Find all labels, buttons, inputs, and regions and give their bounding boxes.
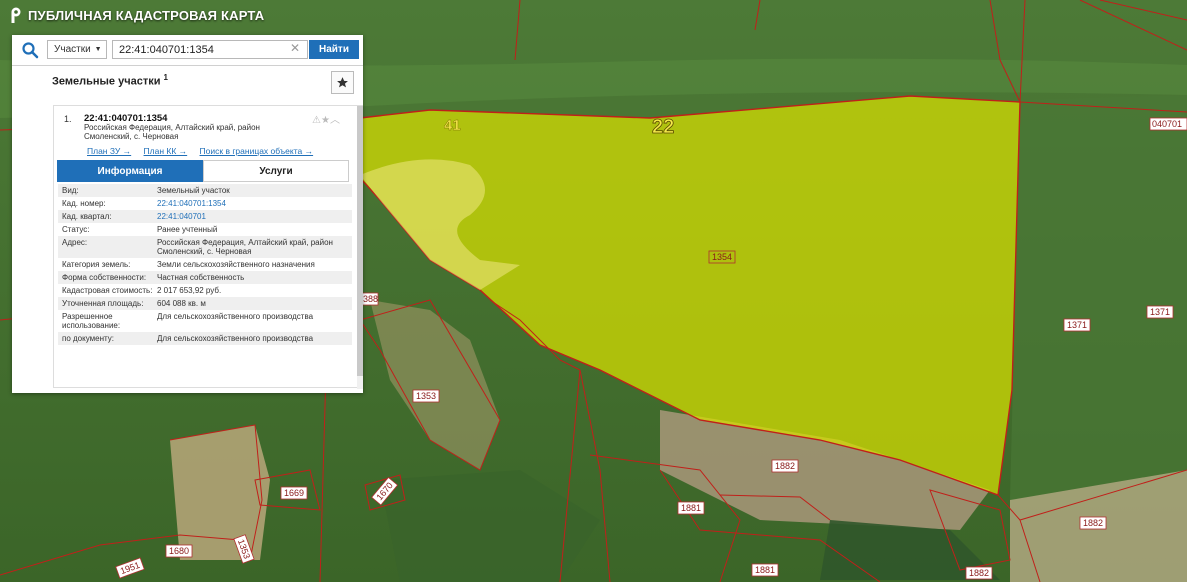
info-row: Вид: Земельный участок [58,184,352,197]
parcel-label-388[interactable]: 388 [361,292,379,306]
app-brand[interactable]: ПУБЛИЧНАЯ КАДАСТРОВАЯ КАРТА [10,6,264,24]
info-row: по документу: Для сельскохозяйственного п… [58,332,352,345]
link-plan-zu[interactable]: План ЗУ → [87,146,131,156]
tab-information[interactable]: Информация [57,160,203,182]
info-row: Кад. номер: 22:41:040701:1354 [58,197,352,210]
result-tabs: Информация Услуги [57,160,349,182]
info-key: Уточненная площадь: [62,299,144,308]
star-icon [337,77,348,88]
district-label-41: 41 [444,117,461,134]
search-icon[interactable] [21,41,39,59]
result-actions: ⚠★︿ [312,111,340,126]
svg-text:1882: 1882 [775,461,795,471]
parcel-label-1680[interactable]: 1680 [165,544,193,558]
info-value: 604 088 кв. м [157,299,206,308]
svg-text:1881: 1881 [755,565,775,575]
svg-text:040701: 040701 [1152,119,1182,129]
svg-text:1371: 1371 [1150,307,1170,317]
link-plan-kk[interactable]: План КК → [144,146,188,156]
info-value: Российская Федерация, Алтайский край, ра… [157,238,333,256]
info-key: Вид: [62,186,79,195]
info-value: Земли сельскохозяйственного назначения [157,260,315,269]
info-key: Кадастровая стоимость: [62,286,153,295]
close-icon[interactable]: ✕ [290,41,300,55]
info-row: Кадастровая стоимость: 2 017 653,92 руб. [58,284,352,297]
info-key: Кад. номер: [62,199,106,208]
svg-text:1680: 1680 [169,546,189,556]
info-value[interactable]: 22:41:040701:1354 [157,199,348,208]
info-row: Уточненная площадь: 604 088 кв. м [58,297,352,310]
parcel-label-1354[interactable]: 1354 [708,250,736,264]
warning-icon[interactable]: ⚠ [312,115,321,126]
rosreestr-logo-icon [11,7,21,23]
results-count: 1 [163,73,168,82]
svg-text:1354: 1354 [712,252,732,262]
parcel-label-1669[interactable]: 1669 [280,486,308,500]
info-key: по документу: [62,334,114,343]
info-row: Кад. квартал: 22:41:040701 [58,210,352,223]
svg-text:1882: 1882 [969,568,989,578]
info-key: Форма собственности: [62,273,147,282]
parcel-label-1881[interactable]: 1881 [677,501,705,515]
search-panel: Участки ▼ ✕ Найти Земельные участки 1 1.… [12,35,363,393]
star-outline-icon[interactable]: ★ [321,115,330,126]
link-search-in-bounds[interactable]: Поиск в границах объекта → [200,146,314,156]
parcel-label-1881[interactable]: 1881 [751,563,779,577]
find-button[interactable]: Найти [309,40,359,59]
info-key: Адрес: [62,238,88,247]
info-key: Категория земель: [62,260,131,269]
info-key: Разрешенное использование: [62,312,121,330]
scrollbar[interactable] [357,106,363,389]
chevron-down-icon: ▼ [94,46,102,53]
info-value: Для сельскохозяйственного производства [157,334,314,343]
svg-text:1669: 1669 [284,488,304,498]
district-label-22: 22 [652,116,674,138]
result-links: План ЗУ → План КК → Поиск в границах объ… [87,146,323,156]
favorites-button[interactable] [331,71,354,94]
info-value: Земельный участок [157,186,230,195]
info-row: Разрешенное использование: Для сельскохоз… [58,310,352,332]
parcel-label-040701[interactable]: 040701 [1149,117,1187,131]
search-type-label: Участки [54,44,91,55]
info-key: Кад. квартал: [62,212,112,221]
parcel-label-1371[interactable]: 1371 [1146,305,1174,319]
parcel-label-1353[interactable]: 1353 [412,389,440,403]
results-heading: Земельные участки 1 [52,73,168,88]
info-key: Статус: [62,225,90,234]
tab-services[interactable]: Услуги [203,160,349,182]
svg-text:1882: 1882 [1083,518,1103,528]
info-value: Для сельскохозяйственного производства [157,312,314,321]
app-title: ПУБЛИЧНАЯ КАДАСТРОВАЯ КАРТА [28,7,265,23]
parcel-label-1371[interactable]: 1371 [1063,318,1091,332]
result-index: 1. [64,114,72,124]
chevron-up-icon[interactable]: ︿ [330,115,340,126]
search-input[interactable] [112,40,308,59]
result-address: Российская Федерация, Алтайский край, ра… [84,123,260,141]
parcel-label-1882[interactable]: 1882 [965,566,993,580]
info-row: Адрес: Российская Федерация, Алтайский кр… [58,236,352,258]
parcel-label-1882[interactable]: 1882 [1079,516,1107,530]
search-type-select[interactable]: Участки ▼ [47,40,107,59]
search-bar: Участки ▼ ✕ Найти [12,35,363,66]
info-value: Частная собственность [157,273,245,282]
scrollbar-thumb[interactable] [357,106,363,376]
svg-text:1353: 1353 [416,391,436,401]
svg-text:388: 388 [363,294,378,304]
svg-text:1371: 1371 [1067,320,1087,330]
info-row: Категория земель: Земли сельскохозяйствен… [58,258,352,271]
result-card[interactable]: 1. 22:41:040701:1354 Российская Федераци… [53,105,363,389]
info-table: Вид: Земельный участок Кад. номер: 22:41:0… [58,184,352,345]
info-row: Статус: Ранее учтенный [58,223,352,236]
info-value[interactable]: 22:41:040701 [157,212,348,221]
results-heading-text: Земельные участки [52,75,161,88]
info-value: 2 017 653,92 руб. [157,286,222,295]
parcel-label-1882[interactable]: 1882 [771,459,799,473]
info-value: Ранее учтенный [157,225,218,234]
svg-text:1881: 1881 [681,503,701,513]
info-row: Форма собственности: Частная собственност… [58,271,352,284]
